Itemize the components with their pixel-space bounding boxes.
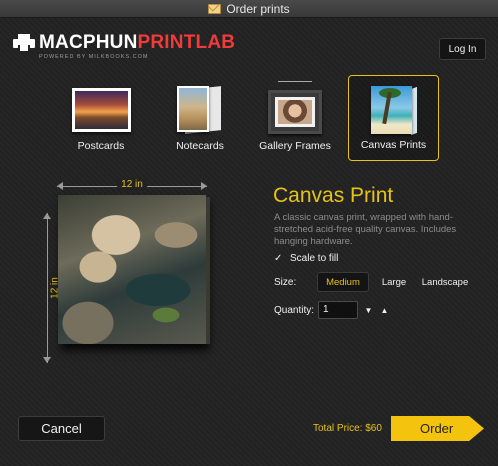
width-label: 12 in xyxy=(117,179,147,190)
product-label: Postcards xyxy=(77,140,125,152)
cancel-button[interactable]: Cancel xyxy=(18,416,105,441)
product-description: A classic canvas print, wrapped with han… xyxy=(274,212,457,247)
printer-icon xyxy=(13,34,35,54)
size-option-landscape[interactable]: Landscape xyxy=(419,272,471,292)
quantity-input[interactable]: 1 xyxy=(318,301,358,319)
canvas-preview-image xyxy=(58,195,210,344)
quantity-label: Quantity: xyxy=(274,304,315,316)
size-label: Size: xyxy=(274,276,297,288)
product-tile-notecards[interactable]: Notecards xyxy=(162,75,238,161)
size-option-medium[interactable]: Medium xyxy=(317,272,369,292)
scale-to-fill-label: Scale to fill xyxy=(290,253,339,264)
size-option-large[interactable]: Large xyxy=(369,272,419,292)
size-selector: Size: Medium Large Landscape xyxy=(274,272,471,292)
notecard-thumbnail xyxy=(177,86,223,134)
mail-icon xyxy=(208,3,222,14)
quantity-row: Quantity: 1 ▼ ▲ xyxy=(274,301,390,319)
postcard-thumbnail xyxy=(71,88,131,132)
product-label: Gallery Frames xyxy=(259,140,331,152)
size-segmented-control: Medium Large Landscape xyxy=(317,272,471,292)
logo-tagline: POWERED BY MILKBOOKS.COM xyxy=(39,54,149,60)
product-tile-canvas-prints[interactable]: Canvas Prints xyxy=(348,75,439,161)
checkmark-icon: ✓ xyxy=(274,253,283,264)
canvas-print-thumbnail xyxy=(370,86,417,136)
product-title: Canvas Print xyxy=(273,184,394,207)
logo-brand-red: PRINTLAB xyxy=(137,32,236,53)
logo-brand-white: MACPHUN xyxy=(39,32,138,53)
product-label: Notecards xyxy=(176,140,224,152)
product-label: Canvas Prints xyxy=(360,139,427,151)
scale-to-fill-checkbox[interactable]: ✓ Scale to fill xyxy=(274,253,338,264)
height-dimension-indicator: 12 in xyxy=(42,213,61,363)
window-titlebar: Order prints xyxy=(0,0,498,18)
quantity-decrement-icon[interactable]: ▼ xyxy=(363,305,374,316)
app-logo: MACPHUNPRINTLAB POWERED BY MILKBOOKS.COM xyxy=(13,33,235,60)
gallery-frame-thumbnail xyxy=(268,81,322,135)
login-button[interactable]: Log In xyxy=(439,38,486,60)
product-tile-postcards[interactable]: Postcards xyxy=(63,75,139,161)
total-price: Total Price: $60 xyxy=(313,423,382,434)
product-tile-gallery-frames[interactable]: Gallery Frames xyxy=(255,75,335,161)
order-prints-window: MACPHUNPRINTLAB POWERED BY MILKBOOKS.COM… xyxy=(0,18,498,466)
window-title: Order prints xyxy=(226,1,290,16)
quantity-increment-icon[interactable]: ▲ xyxy=(379,305,390,316)
width-dimension-indicator: 12 in xyxy=(57,179,207,191)
order-button[interactable]: Order xyxy=(391,416,484,441)
